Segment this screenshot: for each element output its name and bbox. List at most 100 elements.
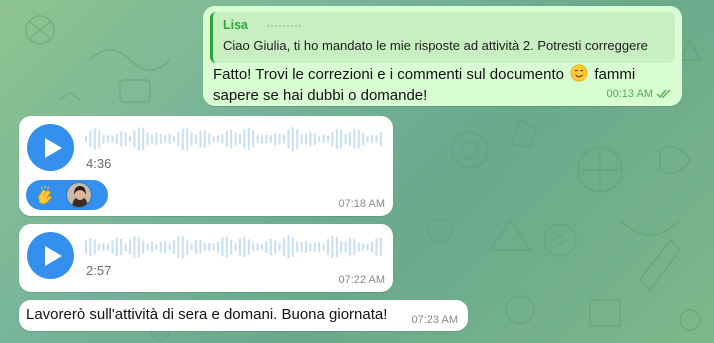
- waveform-bar: [89, 237, 92, 257]
- waveform-bar: [221, 237, 224, 257]
- waveform-bar: [278, 243, 281, 251]
- waveform-bar: [247, 127, 250, 151]
- waveform-bar: [274, 240, 277, 254]
- waveform[interactable]: [85, 124, 385, 154]
- play-button[interactable]: [27, 124, 74, 171]
- waveform-bar: [133, 130, 136, 148]
- voice-time: 07:18 AM: [338, 198, 385, 210]
- reply-quote[interactable]: Lisa Ciao Giulia, ti ho mandato le mie r…: [210, 12, 675, 63]
- waveform-bar: [190, 132, 193, 146]
- waveform-bar: [239, 238, 241, 256]
- redacted-surname: [267, 25, 301, 27]
- waveform-bar: [85, 239, 87, 255]
- waveform-bar: [322, 243, 325, 251]
- clapping-hands-emoji: [38, 185, 52, 205]
- waveform-bar: [287, 235, 290, 259]
- waveform-bar: [115, 237, 118, 257]
- waveform-bar: [309, 242, 312, 252]
- waveform-bar: [203, 242, 206, 252]
- incoming-message-text: Lavorerò sull'attività di sera e domani.…: [26, 306, 388, 323]
- waveform-bar: [212, 243, 215, 251]
- user-avatar: [66, 182, 92, 208]
- waveform-bar: [186, 128, 189, 150]
- waveform-bar: [151, 134, 153, 144]
- waveform-bar: [102, 134, 105, 144]
- waveform-bar: [265, 240, 268, 254]
- waveform-bar: [164, 240, 167, 254]
- waveform-bar: [379, 131, 382, 147]
- waveform-bar: [300, 242, 303, 252]
- waveform-bar: [305, 240, 307, 254]
- waveform-bar: [234, 132, 237, 146]
- waveform-bar: [256, 134, 259, 144]
- voice-message-bubble[interactable]: 4:36 07:18 AM: [19, 116, 393, 216]
- waveform-bar: [208, 133, 211, 145]
- waveform-bar: [142, 128, 145, 150]
- incoming-message-bubble[interactable]: Lavorerò sull'attività di sera e domani.…: [19, 300, 468, 331]
- waveform-bar: [287, 129, 290, 149]
- outgoing-time: 00:13 AM: [606, 88, 653, 100]
- waveform-bar: [120, 238, 123, 256]
- waveform-bar: [291, 236, 294, 258]
- waveform-bar: [318, 241, 321, 253]
- waveform-bar: [291, 127, 294, 151]
- waveform-bar: [375, 238, 378, 256]
- play-icon: [44, 137, 62, 158]
- waveform-bar: [265, 134, 268, 144]
- voice-message-bubble[interactable]: 2:57 07:22 AM: [19, 224, 393, 292]
- voice-time: 07:22 AM: [338, 274, 385, 286]
- waveform-bar: [85, 136, 87, 142]
- waveform-bar: [353, 238, 356, 256]
- waveform-bar: [371, 241, 373, 253]
- play-button[interactable]: [27, 232, 74, 279]
- waveform-bar: [252, 243, 255, 251]
- waveform-bar: [283, 134, 285, 144]
- waveform-bar: [159, 241, 162, 253]
- waveform-bar: [133, 235, 136, 259]
- waveform-bar: [366, 135, 369, 143]
- waveform-bar: [375, 134, 378, 144]
- waveform-bar: [93, 239, 96, 255]
- waveform-bar: [309, 131, 312, 147]
- waveform-bar: [195, 239, 197, 255]
- waveform[interactable]: [85, 232, 385, 262]
- waveform-bar: [313, 242, 316, 252]
- waveform-bar: [327, 238, 329, 256]
- reply-preview-text: Ciao Giulia, ti ho mandato le mie rispos…: [223, 38, 648, 53]
- waveform-bar: [230, 129, 233, 149]
- waveform-bar: [353, 128, 356, 150]
- waveform-bar: [340, 240, 343, 254]
- waveform-bar: [362, 132, 365, 146]
- waveform-bar: [208, 242, 211, 252]
- waveform-bar: [98, 130, 101, 148]
- waveform-bar: [111, 240, 114, 254]
- waveform-bar: [190, 243, 193, 251]
- waveform-bar: [344, 241, 347, 253]
- incoming-time: 07:23 AM: [411, 314, 458, 326]
- waveform-bar: [142, 240, 145, 254]
- outgoing-message-bubble[interactable]: Lisa Ciao Giulia, ti ho mandato le mie r…: [203, 6, 682, 106]
- waveform-bar: [115, 133, 118, 145]
- waveform-bar: [98, 243, 101, 251]
- waveform-bar: [225, 236, 228, 258]
- waveform-bar: [349, 132, 351, 146]
- waveform-bar: [168, 243, 171, 251]
- reactions-chip[interactable]: [26, 180, 108, 210]
- waveform-bar: [107, 243, 109, 251]
- waveform-bar: [164, 135, 167, 143]
- waveform-bar: [274, 132, 277, 146]
- waveform-bar: [155, 132, 158, 146]
- waveform-bar: [269, 238, 272, 256]
- waveform-bar: [305, 133, 307, 145]
- waveform-bar: [173, 135, 175, 143]
- waveform-bar: [102, 243, 105, 251]
- waveform-bar: [313, 132, 316, 146]
- waveform-bar: [186, 239, 189, 255]
- waveform-bar: [366, 243, 369, 251]
- waveform-bar: [93, 128, 96, 150]
- waveform-bar: [322, 134, 325, 144]
- waveform-bar: [225, 130, 228, 148]
- waveform-bar: [362, 243, 365, 251]
- waveform-bar: [212, 135, 215, 143]
- waveform-bar: [129, 239, 131, 255]
